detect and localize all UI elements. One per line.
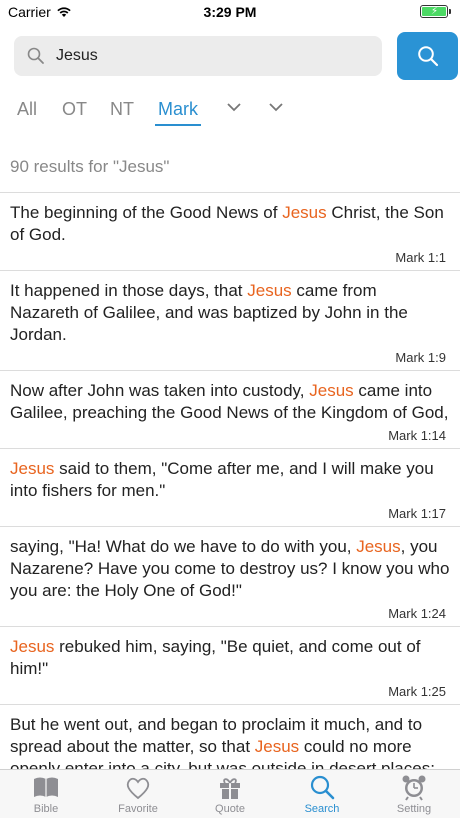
- highlighted-term: Jesus: [254, 737, 300, 756]
- tabbar-label: Bible: [33, 803, 59, 815]
- tab-mark[interactable]: Mark: [155, 96, 201, 126]
- tabbar-item-favorite[interactable]: Favorite: [92, 770, 184, 818]
- tabbar-item-search[interactable]: Search: [276, 770, 368, 818]
- result-item[interactable]: The beginning of the Good News of Jesus …: [0, 192, 460, 270]
- highlighted-term: Jesus: [10, 459, 55, 478]
- highlighted-term: Jesus: [309, 381, 354, 400]
- result-item[interactable]: saying, "Ha! What do we have to do with …: [0, 526, 460, 626]
- verse-text-segment: saying, "Ha! What do we have to do with …: [10, 537, 357, 556]
- verse-text: Jesus said to them, "Come after me, and …: [10, 458, 450, 502]
- verse-reference: Mark 1:17: [388, 506, 446, 521]
- verse-reference: Mark 1:9: [395, 350, 446, 365]
- verse-text-segment: It happened in those days, that: [10, 281, 248, 300]
- heart-icon: [126, 777, 150, 800]
- status-time: 3:29 PM: [203, 4, 257, 20]
- chevron-down-icon[interactable]: [269, 102, 283, 112]
- tabbar-item-bible[interactable]: Bible: [0, 770, 92, 818]
- tab-nt[interactable]: NT: [110, 96, 134, 126]
- tab-all[interactable]: All: [17, 96, 37, 126]
- highlighted-term: Jesus: [356, 537, 401, 556]
- verse-text-segment: rebuked him, saying, "Be quiet, and come…: [10, 637, 421, 678]
- book-icon: [34, 777, 58, 797]
- chevron-down-icon[interactable]: [227, 102, 241, 112]
- tabbar-item-quote[interactable]: Quote: [184, 770, 276, 818]
- result-item[interactable]: But he went out, and began to proclaim i…: [0, 704, 460, 769]
- verse-text: saying, "Ha! What do we have to do with …: [10, 536, 450, 602]
- status-bar: Carrier 3:29 PM ⚡: [0, 0, 460, 24]
- results-list: The beginning of the Good News of Jesus …: [0, 192, 460, 769]
- verse-text: The beginning of the Good News of Jesus …: [10, 202, 450, 246]
- search-input[interactable]: Jesus: [14, 36, 382, 76]
- tabbar-item-setting[interactable]: Setting: [368, 770, 460, 818]
- verse-text: It happened in those days, that Jesus ca…: [10, 280, 450, 346]
- highlighted-term: Jesus: [10, 637, 55, 656]
- highlighted-term: Jesus: [247, 281, 292, 300]
- result-item[interactable]: Jesus rebuked him, saying, "Be quiet, an…: [0, 626, 460, 704]
- verse-text-segment: The beginning of the Good News of: [10, 203, 283, 222]
- verse-reference: Mark 1:14: [388, 428, 446, 443]
- search-icon: [310, 775, 335, 800]
- tabbar-label: Setting: [396, 803, 432, 815]
- search-query: Jesus: [56, 47, 98, 64]
- search-field-icon: [27, 47, 44, 64]
- verse-text: Now after John was taken into custody, J…: [10, 380, 450, 424]
- tabbar-label: Favorite: [118, 803, 158, 815]
- tab-ot[interactable]: OT: [62, 96, 87, 126]
- verse-reference: Mark 1:25: [388, 684, 446, 699]
- gift-icon: [220, 778, 240, 799]
- tabbar-label: Quote: [215, 803, 245, 815]
- verse-text: But he went out, and began to proclaim i…: [10, 714, 450, 769]
- verse-text: Jesus rebuked him, saying, "Be quiet, an…: [10, 636, 450, 680]
- verse-reference: Mark 1:1: [395, 250, 446, 265]
- tabbar-label: Search: [304, 803, 340, 815]
- result-item[interactable]: Jesus said to them, "Come after me, and …: [0, 448, 460, 526]
- verse-text-segment: Now after John was taken into custody,: [10, 381, 310, 400]
- tab-bar: Bible Favorite Quote Search Setting: [0, 769, 460, 818]
- testament-tabs: All OT NT Mark: [0, 96, 460, 126]
- verse-text-segment: said to them, "Come after me, and I will…: [10, 459, 434, 500]
- result-item[interactable]: Now after John was taken into custody, J…: [0, 370, 460, 448]
- search-button[interactable]: [397, 32, 458, 80]
- alarm-clock-icon: [402, 775, 426, 801]
- results-count: 90 results for "Jesus": [10, 157, 170, 176]
- verse-reference: Mark 1:24: [388, 606, 446, 621]
- battery-icon: ⚡: [420, 5, 451, 18]
- result-item[interactable]: It happened in those days, that Jesus ca…: [0, 270, 460, 370]
- highlighted-term: Jesus: [282, 203, 327, 222]
- search-icon: [417, 46, 438, 67]
